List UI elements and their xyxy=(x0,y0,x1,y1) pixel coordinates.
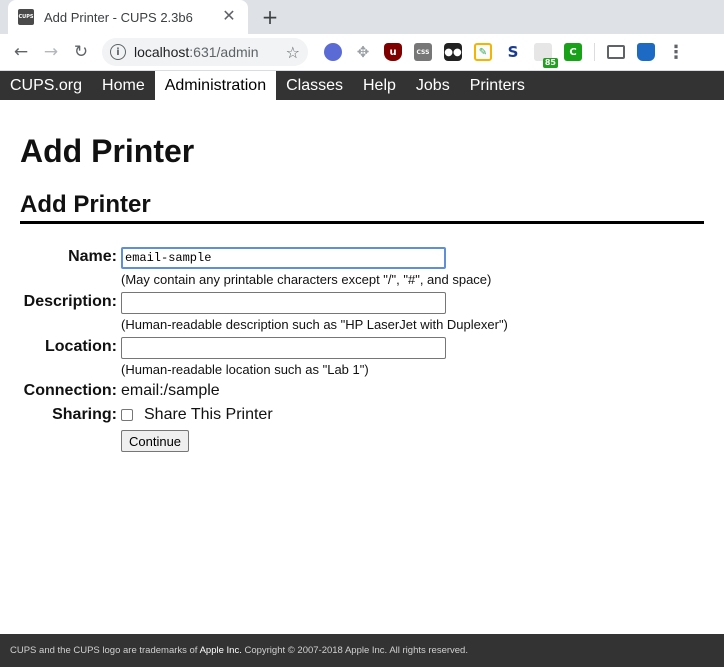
profile-extension-icon[interactable] xyxy=(637,43,655,61)
reload-button[interactable]: ↻ xyxy=(66,37,96,67)
browser-toolbar: ← → ↻ i localhost:631/admin ☆ ✥ u CSS ●●… xyxy=(0,34,724,71)
footer-copyright-text: Copyright © 2007-2018 Apple Inc. All rig… xyxy=(241,645,468,656)
browser-tab[interactable]: CUPS Add Printer - CUPS 2.3b6 ✕ xyxy=(8,0,248,34)
nav-item-printers[interactable]: Printers xyxy=(460,71,535,100)
close-tab-icon[interactable]: ✕ xyxy=(220,8,238,26)
green-extension-icon[interactable]: C xyxy=(564,43,582,61)
share-printer-checkbox[interactable] xyxy=(121,409,133,421)
tampermonkey-extension-icon[interactable]: ●● xyxy=(444,43,462,61)
main-content: Add Printer Add Printer xyxy=(20,100,704,224)
nav-item-help[interactable]: Help xyxy=(353,71,406,100)
globe-extension-icon[interactable] xyxy=(324,43,342,61)
connection-label: Connection: xyxy=(23,382,117,399)
cups-favicon-icon: CUPS xyxy=(18,9,34,25)
description-label: Description: xyxy=(23,293,117,310)
extension-badge: 85 xyxy=(542,58,558,68)
url-path: :631/admin xyxy=(189,44,259,60)
forward-button[interactable]: → xyxy=(36,37,66,67)
footer-text: CUPS and the CUPS logo are trademarks of… xyxy=(10,645,468,656)
location-label: Location: xyxy=(45,338,117,355)
browser-tabstrip: CUPS Add Printer - CUPS 2.3b6 ✕ + xyxy=(0,0,724,34)
nav-item-home[interactable]: Home xyxy=(92,71,155,100)
arrow-right-icon: → xyxy=(43,42,59,62)
sharing-label: Sharing: xyxy=(52,406,117,423)
back-button[interactable]: ← xyxy=(6,37,36,67)
share-printer-label[interactable]: Share This Printer xyxy=(144,406,273,423)
name-field[interactable] xyxy=(121,247,446,269)
name-hint: (May contain any printable characters ex… xyxy=(121,272,492,287)
address-url[interactable]: localhost:631/admin xyxy=(134,44,286,60)
cast-icon[interactable] xyxy=(607,45,625,59)
continue-button[interactable]: Continue xyxy=(121,430,190,452)
tab-title: Add Printer - CUPS 2.3b6 xyxy=(44,9,193,25)
footer-apple-link[interactable]: Apple Inc. xyxy=(200,645,242,656)
page-footer: CUPS and the CUPS logo are trademarks of… xyxy=(0,634,724,667)
url-host: localhost xyxy=(134,44,190,60)
new-tab-button[interactable]: + xyxy=(258,6,282,28)
address-bar[interactable]: i localhost:631/admin ☆ xyxy=(102,38,308,66)
section-title: Add Printer xyxy=(20,191,704,224)
ublock-extension-icon[interactable]: u xyxy=(384,43,402,61)
bookmark-star-icon[interactable]: ☆ xyxy=(286,43,300,62)
css-extension-icon[interactable]: CSS xyxy=(414,43,432,61)
move-extension-icon[interactable]: ✥ xyxy=(354,43,372,61)
badge-extension-icon[interactable]: 85 xyxy=(534,43,558,68)
colorpicker-extension-icon[interactable]: ✎ xyxy=(474,43,492,61)
reload-icon: ↻ xyxy=(73,42,89,62)
cups-nav-bar: CUPS.org Home Administration Classes Help Job… xyxy=(0,71,724,100)
location-hint: (Human-readable location such as "Lab 1"… xyxy=(121,362,369,377)
nav-item-cups-org[interactable]: CUPS.org xyxy=(0,71,92,100)
page-title: Add Printer xyxy=(20,133,195,169)
name-label: Name: xyxy=(68,248,117,265)
nav-item-jobs[interactable]: Jobs xyxy=(406,71,460,100)
location-field[interactable] xyxy=(121,337,446,359)
arrow-left-icon: ← xyxy=(13,42,29,62)
description-field[interactable] xyxy=(121,292,446,314)
info-icon[interactable]: i xyxy=(110,44,126,60)
toolbar-separator xyxy=(594,43,595,61)
browser-menu-icon[interactable]: ⋮ xyxy=(665,42,687,63)
nav-item-administration[interactable]: Administration xyxy=(154,71,277,100)
description-hint: (Human-readable description such as "HP … xyxy=(121,317,508,332)
connection-value: email:/sample xyxy=(121,382,220,399)
nav-item-classes[interactable]: Classes xyxy=(276,71,353,100)
footer-trademark-text: CUPS and the CUPS logo are trademarks of xyxy=(10,645,200,656)
extension-icons: ✥ u CSS ●● ✎ S 85 C ⋮ xyxy=(318,42,687,68)
s-extension-icon[interactable]: S xyxy=(504,43,522,61)
sharing-control: Share This Printer xyxy=(121,406,273,424)
